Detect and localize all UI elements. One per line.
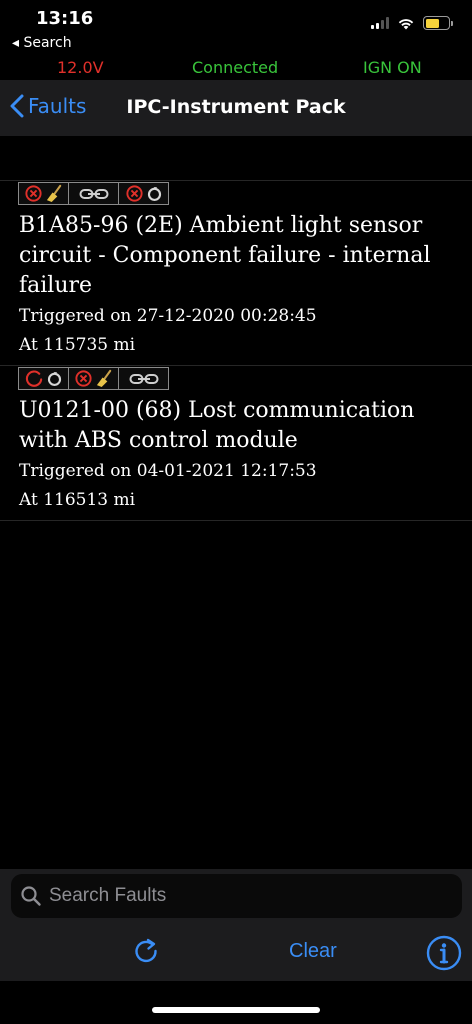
fault-item[interactable]: B1A85-96 (2E) Ambient light sensor circu… (0, 181, 472, 366)
error-x-icon (74, 370, 92, 387)
ignition-status: IGN ON (363, 58, 422, 77)
error-clear-badge (18, 182, 69, 205)
error-clear-badge (68, 367, 119, 390)
pending-ring-badge (18, 367, 69, 390)
bottom-toolbar: Clear (0, 923, 472, 981)
connection-status: Connected (192, 58, 279, 77)
connection-status-bar: 12.0V Connected IGN ON (0, 58, 472, 80)
link-icon (79, 188, 108, 199)
clock: 13:16 (36, 8, 94, 29)
error-ring-badge (118, 182, 169, 205)
voltage-readout: 12.0V (57, 58, 104, 77)
battery-icon (423, 16, 453, 30)
ring-icon (147, 187, 161, 201)
fault-title: U0121-00 (68) Lost communication with AB… (19, 398, 415, 453)
refresh-button[interactable] (130, 935, 162, 967)
link-icon (129, 373, 158, 384)
fault-list: B1A85-96 (2E) Ambient light sensor circu… (0, 180, 472, 521)
search-input[interactable] (49, 885, 429, 907)
clear-button[interactable]: Clear (289, 940, 337, 963)
refresh-icon (135, 938, 157, 963)
fault-triggered-date: Triggered on 04-01-2021 12:17:53 (19, 461, 317, 481)
broom-icon (46, 184, 61, 203)
wifi-icon (398, 18, 414, 29)
status-icons (371, 16, 453, 30)
search-box[interactable] (11, 874, 462, 918)
fault-item[interactable]: U0121-00 (68) Lost communication with AB… (0, 366, 472, 521)
navigation-bar: Faults IPC-Instrument Pack (0, 80, 472, 136)
error-x-icon (125, 185, 143, 202)
status-bar: 13:16 ◂ Search (0, 0, 472, 58)
info-button[interactable] (426, 935, 462, 971)
search-bar (0, 869, 472, 923)
link-badge (68, 182, 119, 205)
broom-icon (96, 369, 111, 388)
pending-arc-icon (25, 370, 42, 387)
error-x-icon (24, 185, 42, 202)
back-to-app-link[interactable]: ◂ Search (12, 35, 72, 51)
page-title: IPC-Instrument Pack (126, 96, 346, 118)
cellular-signal-icon (371, 17, 389, 29)
ring-icon (47, 372, 61, 386)
search-icon (21, 886, 41, 906)
fault-title: B1A85-96 (2E) Ambient light sensor circu… (19, 213, 431, 298)
fault-mileage: At 115735 mi (19, 335, 136, 355)
fault-triggered-date: Triggered on 27-12-2020 00:28:45 (19, 306, 317, 326)
fault-status-badges (18, 182, 472, 205)
home-indicator[interactable] (152, 1007, 320, 1013)
fault-mileage: At 116513 mi (19, 490, 136, 510)
link-badge (118, 367, 169, 390)
fault-status-badges (18, 367, 472, 390)
